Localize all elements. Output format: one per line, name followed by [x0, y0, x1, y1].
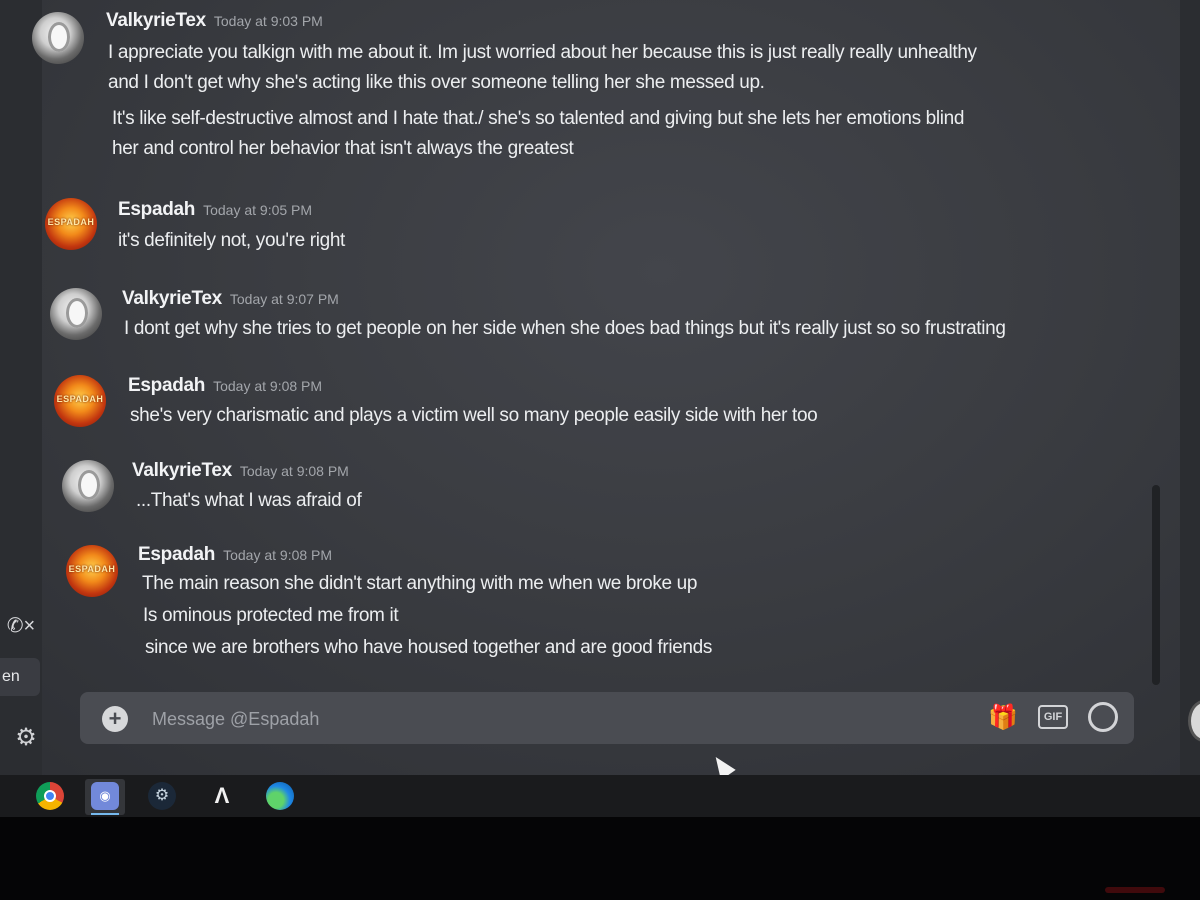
- message-text: it's definitely not, you're right: [118, 230, 345, 251]
- espadah-avatar[interactable]: ESPADAH: [66, 545, 118, 597]
- timestamp: Today at 9:08 PM: [223, 547, 333, 563]
- espadah-avatar[interactable]: ESPADAH: [54, 375, 106, 427]
- username[interactable]: Espadah: [128, 375, 205, 396]
- avatar[interactable]: [1188, 700, 1200, 742]
- discord-icon: ◉: [91, 782, 119, 810]
- valkyrie-avatar[interactable]: [32, 12, 84, 64]
- monitor-bezel: [0, 817, 1200, 900]
- valkyrie-avatar[interactable]: [50, 288, 102, 340]
- avatar-logo-text: ESPADAH: [68, 564, 116, 574]
- windows-taskbar: ◉ ⚙ Λ: [0, 775, 1200, 817]
- add-attachment-icon[interactable]: +: [102, 706, 128, 732]
- user-tab-label: en: [2, 668, 20, 685]
- message-input[interactable]: [150, 704, 914, 734]
- edge-icon[interactable]: [266, 782, 294, 810]
- message-text: and I don't get why she's acting like th…: [108, 72, 765, 93]
- valkyrie-avatar[interactable]: [62, 460, 114, 512]
- message-text: Is ominous protected me from it: [143, 605, 399, 626]
- emoji-icon[interactable]: [1088, 702, 1118, 732]
- message-header: ValkyrieTex Today at 9:03 PM: [106, 10, 323, 32]
- message-header: ValkyrieTex Today at 9:07 PM: [122, 288, 339, 310]
- message-text: The main reason she didn't start anythin…: [142, 573, 698, 594]
- dm-sidebar-edge: ✆× en ⚙: [0, 0, 42, 775]
- message-text: I appreciate you talkign with me about i…: [108, 42, 977, 63]
- member-panel-edge: [1180, 0, 1200, 775]
- discord-taskbar-button[interactable]: ◉: [85, 779, 125, 815]
- adobe-acrobat-icon[interactable]: Λ: [208, 782, 236, 810]
- timestamp: Today at 9:08 PM: [239, 463, 349, 479]
- message-header: Espadah Today at 9:05 PM: [118, 199, 312, 221]
- username[interactable]: ValkyrieTex: [132, 460, 232, 481]
- phone-x-icon[interactable]: ✆×: [6, 612, 36, 640]
- timestamp: Today at 9:07 PM: [229, 291, 339, 307]
- username[interactable]: Espadah: [118, 199, 195, 220]
- message-header: Espadah Today at 9:08 PM: [128, 375, 322, 397]
- chrome-icon[interactable]: [36, 782, 64, 810]
- monitor-light: [1105, 887, 1165, 893]
- username[interactable]: ValkyrieTex: [122, 288, 222, 309]
- username[interactable]: ValkyrieTex: [106, 10, 206, 31]
- avatar-logo-text: ESPADAH: [56, 394, 104, 404]
- message-header: ValkyrieTex Today at 9:08 PM: [132, 460, 349, 482]
- chat-scrollbar[interactable]: [1152, 485, 1160, 685]
- message-text: she's very charismatic and plays a victi…: [130, 405, 818, 426]
- active-indicator: [91, 813, 119, 815]
- gif-label: GIF: [1043, 711, 1063, 723]
- gif-icon[interactable]: GIF: [1038, 705, 1068, 729]
- message-text: It's like self-destructive almost and I …: [112, 108, 965, 129]
- avatar-logo-text: ESPADAH: [47, 217, 95, 227]
- message-text: her and control her behavior that isn't …: [112, 138, 574, 159]
- gear-icon[interactable]: ⚙: [12, 724, 40, 752]
- discord-window: ✆× en ⚙ ValkyrieTex Today at 9:03 PM I ap…: [0, 0, 1200, 775]
- timestamp: Today at 9:08 PM: [213, 378, 323, 394]
- message-text: since we are brothers who have housed to…: [145, 637, 712, 658]
- message-header: Espadah Today at 9:08 PM: [138, 544, 332, 566]
- message-text: I dont get why she tries to get people o…: [124, 318, 1006, 339]
- username[interactable]: Espadah: [138, 544, 215, 565]
- timestamp: Today at 9:05 PM: [203, 202, 313, 218]
- gift-icon[interactable]: 🎁: [988, 704, 1018, 732]
- message-composer: + 🎁 GIF: [80, 692, 1134, 744]
- espadah-avatar[interactable]: ESPADAH: [45, 198, 97, 250]
- user-panel-tab[interactable]: en: [0, 658, 40, 696]
- timestamp: Today at 9:03 PM: [213, 13, 323, 29]
- message-text: ...That's what I was afraid of: [136, 490, 362, 511]
- steam-icon[interactable]: ⚙: [148, 782, 176, 810]
